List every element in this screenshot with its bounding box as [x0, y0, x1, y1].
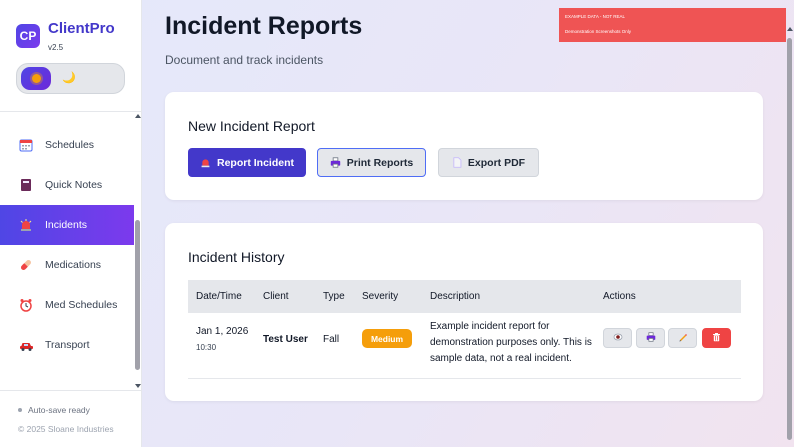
report-incident-label: Report Incident	[216, 156, 294, 169]
app-name: ClientPro	[48, 20, 115, 37]
severity-badge: Medium	[362, 329, 412, 348]
column-header-type[interactable]: Type	[323, 291, 345, 302]
export-pdf-label: Export PDF	[467, 156, 526, 169]
sidebar-item-label: Quick Notes	[45, 179, 103, 191]
new-report-card: New Incident Report Report Incident Prin…	[165, 92, 763, 200]
scroll-up-arrow-icon[interactable]	[787, 27, 793, 31]
incident-type: Fall	[323, 334, 340, 345]
sidebar-item-med-schedules[interactable]: Med Schedules	[0, 285, 134, 325]
sun-icon	[31, 74, 41, 83]
siren-icon	[200, 157, 211, 168]
trash-icon	[712, 332, 721, 345]
incident-time: 10:30	[196, 343, 217, 352]
copyright: © 2025 Sloane Industries	[18, 424, 114, 434]
export-pdf-button[interactable]: Export PDF	[438, 148, 539, 177]
sidebar-scrollbar-thumb[interactable]	[135, 220, 140, 370]
print-reports-button[interactable]: Print Reports	[317, 148, 426, 177]
incident-table: Date/Time Client Type Severity Descripti…	[188, 280, 741, 379]
print-reports-label: Print Reports	[346, 156, 414, 169]
sample-data-banner: EXAMPLE DATA - NOT REAL Demonstration Sc…	[559, 8, 786, 42]
status-dot-icon	[18, 408, 22, 412]
sidebar-scrollbar[interactable]	[134, 112, 141, 390]
app-version: v2.5	[48, 43, 64, 52]
new-report-title: New Incident Report	[188, 118, 315, 134]
pill-icon	[18, 257, 34, 273]
edit-incident-button[interactable]	[668, 328, 697, 348]
sidebar-nav: Schedules Quick Notes Incidents Medicati…	[0, 125, 134, 365]
sidebar-item-label: Incidents	[45, 219, 88, 231]
notebook-icon	[18, 177, 34, 193]
report-incident-button[interactable]: Report Incident	[188, 148, 306, 177]
sidebar-item-incidents[interactable]: Incidents	[0, 205, 134, 245]
scroll-up-arrow-icon[interactable]	[135, 114, 141, 118]
car-icon	[18, 337, 34, 353]
sidebar-footer-divider	[0, 390, 141, 391]
incident-history-card: Incident History Date/Time Client Type S…	[165, 223, 763, 401]
sidebar-item-label: Medications	[45, 259, 102, 271]
theme-toggle[interactable]: 🌙	[16, 63, 125, 94]
sidebar-item-medications[interactable]: Medications	[0, 245, 134, 285]
view-incident-button[interactable]	[603, 328, 632, 348]
sidebar-divider	[0, 111, 141, 112]
document-icon	[452, 157, 462, 168]
calendar-icon	[18, 137, 34, 153]
sidebar-item-label: Schedules	[45, 139, 95, 151]
banner-line: EXAMPLE DATA - NOT REAL	[565, 14, 626, 19]
printer-icon	[646, 331, 656, 345]
autosave-status: Auto-save ready	[18, 405, 90, 415]
siren-icon	[18, 217, 34, 233]
sidebar-item-schedules[interactable]: Schedules	[0, 125, 134, 165]
incident-client: Test User	[263, 334, 308, 345]
sidebar-item-label: Med Schedules	[45, 299, 118, 311]
incident-description: Example incident report for demonstratio…	[430, 321, 592, 364]
banner-line: Demonstration Screenshots Only	[565, 29, 632, 34]
sidebar-item-label: Transport	[45, 339, 90, 351]
sidebar: CP ClientPro v2.5 🌙 Schedules Quick Note…	[0, 0, 142, 447]
delete-incident-button[interactable]	[702, 328, 731, 348]
page-title: Incident Reports	[165, 12, 363, 40]
column-header-severity[interactable]: Severity	[362, 291, 398, 302]
eye-icon	[613, 333, 623, 344]
table-row: Jan 1, 2026 10:30 Test User Fall Medium …	[188, 313, 741, 379]
light-theme-button[interactable]	[21, 67, 51, 90]
printer-icon	[330, 157, 341, 168]
brand: CP ClientPro v2.5	[16, 20, 115, 52]
main-scrollbar-thumb[interactable]	[787, 38, 792, 440]
pencil-icon	[678, 332, 688, 345]
sidebar-item-quick-notes[interactable]: Quick Notes	[0, 165, 134, 205]
column-header-date[interactable]: Date/Time	[196, 291, 242, 302]
table-header: Date/Time Client Type Severity Descripti…	[188, 280, 741, 313]
page-subtitle: Document and track incidents	[165, 53, 324, 67]
column-header-client[interactable]: Client	[263, 291, 289, 302]
app-logo: CP	[16, 24, 40, 48]
autosave-label: Auto-save ready	[28, 405, 90, 415]
sidebar-item-transport[interactable]: Transport	[0, 325, 134, 365]
main-scrollbar[interactable]	[786, 0, 794, 447]
column-header-actions: Actions	[603, 291, 636, 302]
alarm-clock-icon	[18, 297, 34, 313]
column-header-description[interactable]: Description	[430, 291, 480, 302]
scroll-down-arrow-icon[interactable]	[135, 384, 141, 388]
print-incident-button[interactable]	[636, 328, 665, 348]
incident-history-title: Incident History	[188, 249, 285, 265]
moon-icon[interactable]: 🌙	[62, 71, 76, 84]
incident-date: Jan 1, 2026	[196, 326, 249, 337]
